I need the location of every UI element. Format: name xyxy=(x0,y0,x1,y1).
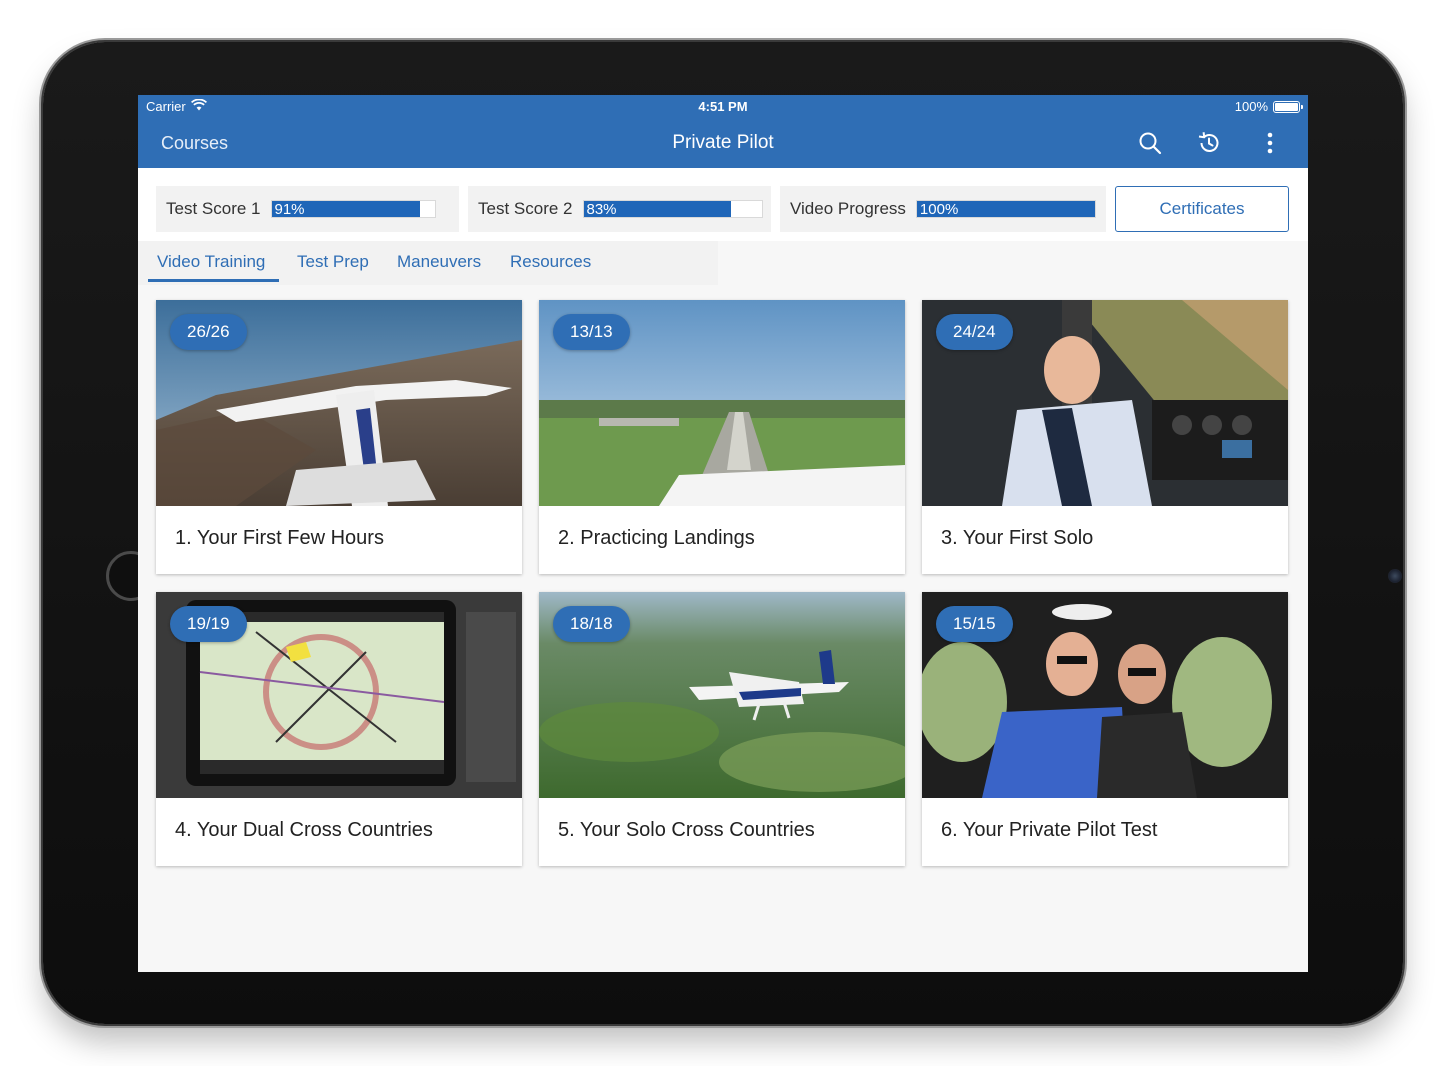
history-icon[interactable] xyxy=(1196,130,1222,156)
score-summary-bar: Test Score 1 91% Test Score 2 83% Video … xyxy=(138,168,1308,241)
course-card[interactable]: 18/18 5. Your Solo Cross Countries xyxy=(539,592,905,866)
course-title: 1. Your First Few Hours xyxy=(175,527,384,549)
score-progress-fill: 83% xyxy=(583,201,732,218)
course-card[interactable]: 26/26 1. Your First Few Hours xyxy=(156,300,522,574)
battery-percent: 100% xyxy=(1234,99,1268,114)
search-icon[interactable] xyxy=(1137,130,1163,156)
course-title: 3. Your First Solo xyxy=(941,527,1094,549)
battery-indicator: 100% xyxy=(1234,99,1303,114)
score-progress-fill: 91% xyxy=(271,201,420,218)
course-thumbnail: 26/26 xyxy=(156,300,522,506)
course-card[interactable]: 19/19 4. Your Dual Cross Countries xyxy=(156,592,522,866)
progress-badge: 18/18 xyxy=(553,606,630,642)
progress-badge: 13/13 xyxy=(553,314,630,350)
tab-resources[interactable]: Resources xyxy=(510,252,591,272)
app-screen: Carrier 4:51 PM 100% Courses Private Pil… xyxy=(138,95,1308,972)
course-thumbnail: 15/15 xyxy=(922,592,1288,798)
course-title: 2. Practicing Landings xyxy=(558,527,755,549)
status-time: 4:51 PM xyxy=(698,99,748,114)
progress-badge: 15/15 xyxy=(936,606,1013,642)
course-card[interactable]: 24/24 3. Your First Solo xyxy=(922,300,1288,574)
progress-badge: 19/19 xyxy=(170,606,247,642)
score-progress-track: 83% xyxy=(582,200,763,218)
more-vertical-icon[interactable] xyxy=(1257,130,1283,156)
video-progress-card: Video Progress 100% xyxy=(780,186,1106,232)
course-title: 4. Your Dual Cross Countries xyxy=(175,819,433,841)
score-label: Video Progress xyxy=(790,199,906,218)
page-title: Private Pilot xyxy=(672,132,774,153)
score-progress-track: 100% xyxy=(915,200,1096,218)
tab-video-training[interactable]: Video Training xyxy=(157,252,265,272)
course-thumbnail: 18/18 xyxy=(539,592,905,798)
section-tabs: Video Training Test Prep Maneuvers Resou… xyxy=(138,241,718,285)
status-bar: Carrier 4:51 PM 100% xyxy=(138,95,1308,119)
course-thumbnail: 19/19 xyxy=(156,592,522,798)
course-title: 5. Your Solo Cross Countries xyxy=(558,819,815,841)
score-progress-track: 91% xyxy=(270,200,436,218)
test-score-2-card: Test Score 2 83% xyxy=(468,186,771,232)
navigation-bar: Carrier 4:51 PM 100% Courses Private Pil… xyxy=(138,95,1308,168)
battery-icon xyxy=(1273,100,1303,113)
certificates-button[interactable]: Certificates xyxy=(1115,186,1289,232)
score-label: Test Score 1 xyxy=(166,199,261,218)
tab-maneuvers[interactable]: Maneuvers xyxy=(397,252,481,272)
active-tab-indicator xyxy=(148,279,279,282)
course-card[interactable]: 13/13 2. Practicing Landings xyxy=(539,300,905,574)
progress-badge: 26/26 xyxy=(170,314,247,350)
tab-test-prep[interactable]: Test Prep xyxy=(297,252,369,272)
front-camera xyxy=(1388,569,1402,583)
score-label: Test Score 2 xyxy=(478,199,573,218)
course-card[interactable]: 15/15 6. Your Private Pilot Test xyxy=(922,592,1288,866)
course-title: 6. Your Private Pilot Test xyxy=(941,819,1158,841)
score-progress-fill: 100% xyxy=(916,201,1095,218)
test-score-1-card: Test Score 1 91% xyxy=(156,186,459,232)
course-thumbnail: 24/24 xyxy=(922,300,1288,506)
progress-badge: 24/24 xyxy=(936,314,1013,350)
course-thumbnail: 13/13 xyxy=(539,300,905,506)
